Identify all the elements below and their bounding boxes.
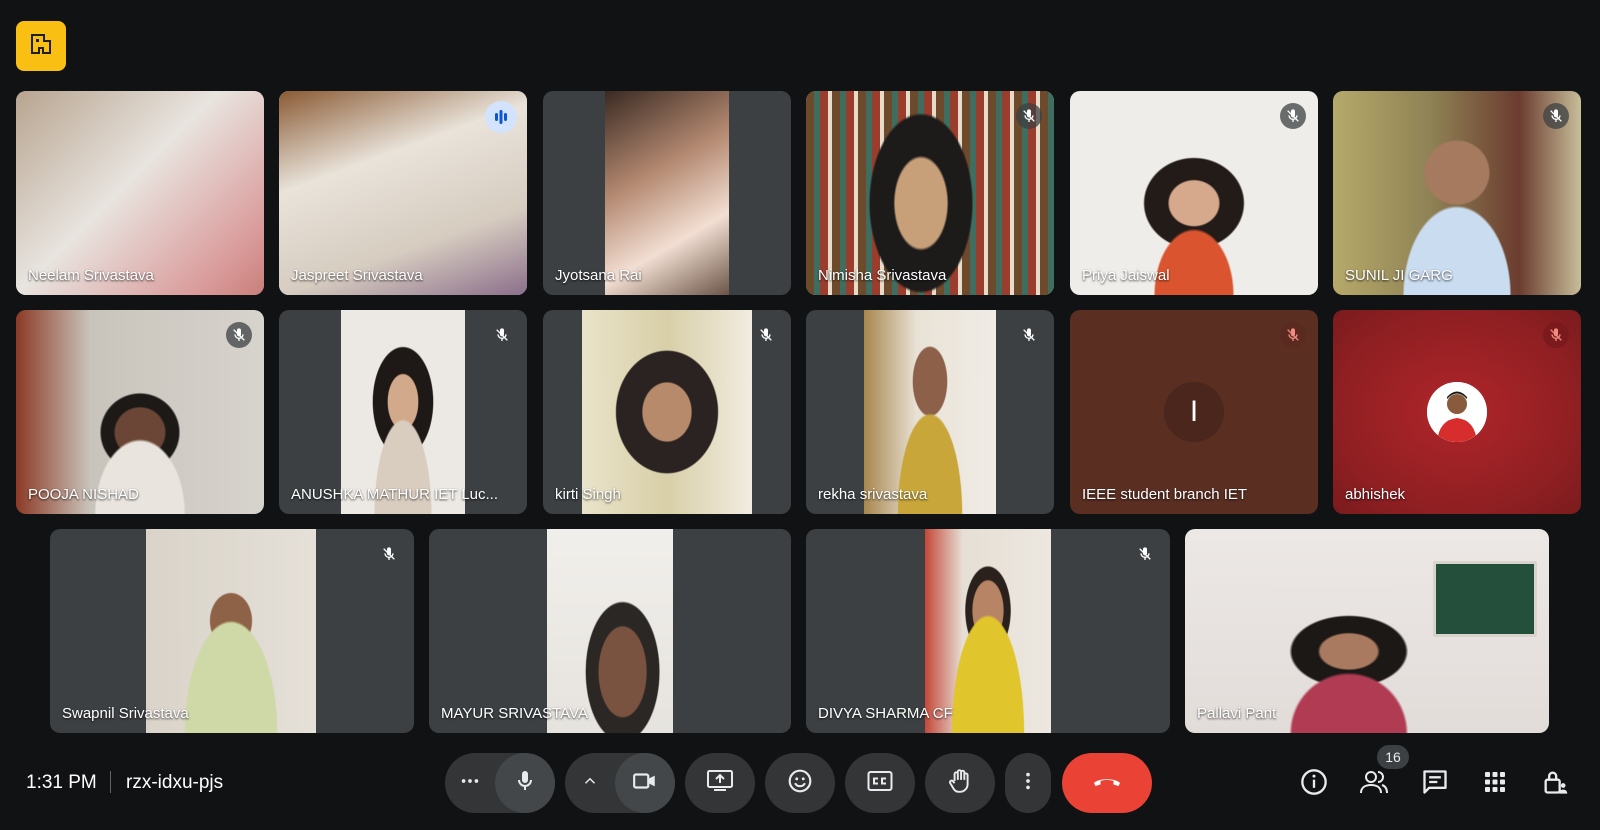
more-horizontal-icon	[459, 770, 481, 797]
mic-off-icon	[1543, 103, 1569, 129]
closed-captions-icon	[867, 770, 893, 797]
participant-avatar	[1427, 382, 1487, 442]
participant-tile[interactable]: Pallavi Pant	[1185, 529, 1549, 733]
mic-off-icon	[1280, 322, 1306, 348]
participant-tile[interactable]: rekha srivastava	[806, 310, 1054, 514]
participant-name: Jyotsana Rai	[555, 267, 642, 284]
apps-grid-icon	[1483, 770, 1507, 799]
participant-video	[582, 310, 752, 514]
participant-name: POOJA NISHAD	[28, 486, 139, 503]
mic-off-icon	[376, 541, 402, 567]
participant-tile[interactable]: Jyotsana Rai	[543, 91, 791, 295]
camera-button[interactable]	[615, 753, 675, 813]
audio-controls	[445, 753, 555, 813]
present-screen-button[interactable]	[685, 753, 755, 813]
participant-tile[interactable]: I IEEE student branch IET	[1070, 310, 1318, 514]
divider	[110, 771, 111, 793]
participant-name: Swapnil Srivastava	[62, 705, 189, 722]
participant-tile[interactable]: ANUSHKA MATHUR IET Luc...	[279, 310, 527, 514]
participant-video	[341, 310, 465, 514]
participant-video	[16, 91, 264, 295]
participant-name: Neelam Srivastava	[28, 267, 154, 284]
participant-name: ANUSHKA MATHUR IET Luc...	[291, 486, 498, 503]
present-screen-icon	[706, 768, 734, 799]
host-controls-button[interactable]	[1537, 766, 1573, 802]
end-call-icon	[1091, 773, 1123, 794]
video-controls	[565, 753, 675, 813]
participant-video	[864, 310, 996, 514]
mic-off-icon	[489, 322, 515, 348]
participant-count-badge: 16	[1377, 745, 1409, 769]
participant-initial-avatar: I	[1164, 382, 1224, 442]
mic-off-icon	[1280, 103, 1306, 129]
participant-name: Pallavi Pant	[1197, 705, 1277, 722]
meeting-clock: 1:31 PM	[26, 772, 97, 793]
chat-button[interactable]	[1417, 766, 1453, 802]
participant-name: IEEE student branch IET	[1082, 486, 1248, 503]
people-icon	[1359, 768, 1389, 801]
microphone-button[interactable]	[495, 753, 555, 813]
chat-icon	[1421, 768, 1449, 801]
emoji-icon	[787, 768, 813, 799]
mic-off-icon	[1016, 322, 1042, 348]
meeting-code: rzx-idxu-pjs	[126, 772, 224, 793]
participant-tile[interactable]: Neelam Srivastava	[16, 91, 264, 295]
participant-video	[146, 529, 316, 733]
participant-tile[interactable]: POOJA NISHAD	[16, 310, 264, 514]
lock-person-icon	[1541, 768, 1569, 801]
participant-video	[605, 91, 729, 295]
participant-name: Nimisha Srivastava	[818, 267, 947, 284]
participant-tile[interactable]: Priya Jaiswal	[1070, 91, 1318, 295]
audio-options-button[interactable]	[445, 753, 495, 813]
participant-tile[interactable]: Nimisha Srivastava	[806, 91, 1054, 295]
participant-name: abhishek	[1345, 486, 1406, 503]
participant-tile[interactable]: kirti Singh	[543, 310, 791, 514]
participant-name: Jaspreet Srivastava	[291, 267, 423, 284]
activities-button[interactable]	[1477, 766, 1513, 802]
participant-name: DIVYA SHARMA CF	[818, 705, 953, 722]
microphone-icon	[513, 769, 537, 798]
participant-video	[547, 529, 673, 733]
participant-tile[interactable]: SUNIL JI GARG	[1333, 91, 1581, 295]
participant-name: SUNIL JI GARG	[1345, 267, 1453, 284]
captions-button[interactable]	[845, 753, 915, 813]
meeting-details-button[interactable]	[16, 21, 66, 71]
participant-tile[interactable]: DIVYA SHARMA CF	[806, 529, 1170, 733]
video-camera-icon	[632, 768, 658, 799]
participant-name: kirti Singh	[555, 486, 621, 503]
mic-off-icon	[1016, 103, 1042, 129]
building-icon	[29, 32, 53, 61]
participant-name: MAYUR SRIVASTAVA	[441, 705, 588, 722]
more-options-button[interactable]	[1005, 753, 1051, 813]
speaking-indicator-icon	[485, 101, 517, 133]
people-button[interactable]	[1356, 766, 1392, 802]
mic-off-icon	[226, 322, 252, 348]
participant-name: rekha srivastava	[818, 486, 928, 503]
raise-hand-button[interactable]	[925, 753, 995, 813]
meeting-info-button[interactable]	[1296, 766, 1332, 802]
mic-off-icon	[1132, 541, 1158, 567]
chevron-up-icon	[581, 772, 599, 795]
participant-name: Priya Jaiswal	[1082, 267, 1170, 284]
participant-video	[925, 529, 1051, 733]
video-options-button[interactable]	[565, 753, 615, 813]
info-icon	[1300, 768, 1328, 801]
reactions-button[interactable]	[765, 753, 835, 813]
participant-tile[interactable]: Swapnil Srivastava	[50, 529, 414, 733]
participant-tile[interactable]: abhishek	[1333, 310, 1581, 514]
participant-tile[interactable]: MAYUR SRIVASTAVA	[429, 529, 791, 733]
participant-tile-speaking[interactable]: Jaspreet Srivastava	[279, 91, 527, 295]
hand-icon	[947, 768, 973, 799]
leave-call-button[interactable]	[1062, 753, 1152, 813]
mic-off-icon	[1543, 322, 1569, 348]
mic-off-icon	[753, 322, 779, 348]
more-vertical-icon	[1017, 770, 1039, 797]
